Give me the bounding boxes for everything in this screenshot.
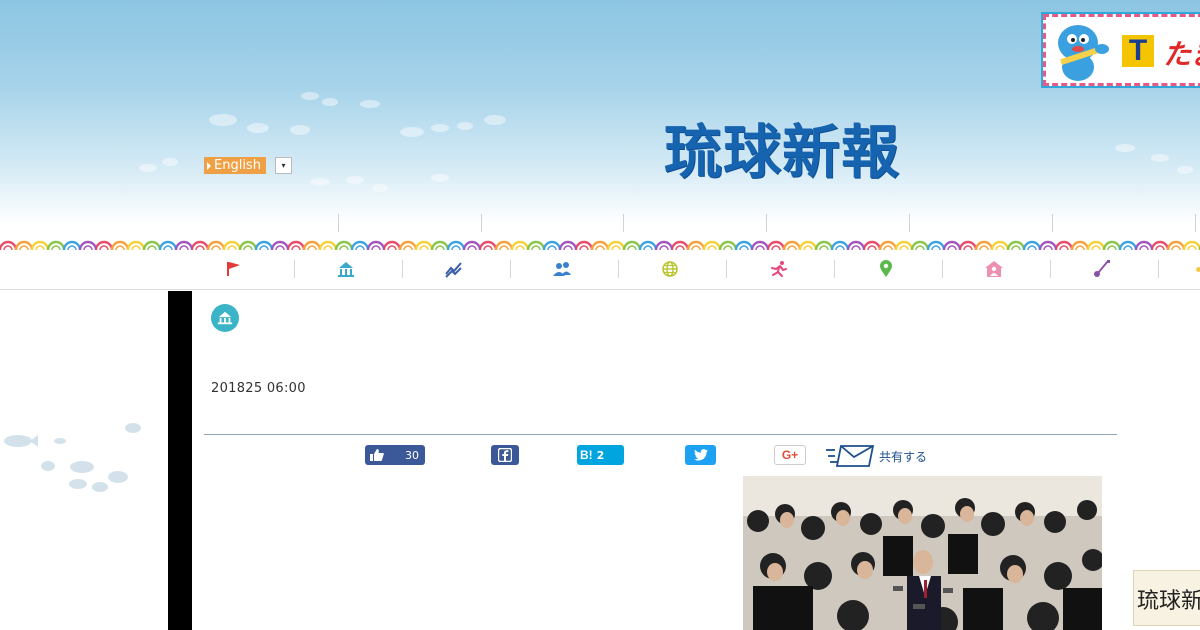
article-photo[interactable] <box>743 476 1102 630</box>
nav-item-world[interactable] <box>658 258 682 280</box>
mascot-icon <box>1058 25 1109 81</box>
page: English ▾ 琉球新報 T たま <box>0 0 1200 630</box>
mail-share-label: 共有する <box>879 449 928 464</box>
twitter-share-button[interactable] <box>685 445 716 465</box>
hatena-bookmark-button[interactable]: B! 2 <box>577 445 624 465</box>
house-person-icon <box>985 261 1003 277</box>
twitter-bird-icon <box>693 449 708 461</box>
nav-item-government[interactable] <box>334 258 358 280</box>
black-side-bar <box>168 291 192 630</box>
language-selector[interactable]: English ▾ <box>204 157 292 174</box>
mail-share-button[interactable]: 共有する <box>825 444 927 468</box>
nav-item-sports[interactable] <box>766 258 790 280</box>
facebook-icon <box>498 448 512 462</box>
article-date: 201825 06:00 <box>211 381 306 396</box>
hatena-icon: B! <box>580 448 593 462</box>
chart-line-icon <box>445 262 462 278</box>
chevron-down-icon[interactable]: ▾ <box>274 157 292 174</box>
banner-ad[interactable]: T たま <box>1041 12 1200 88</box>
people-icon <box>553 262 571 276</box>
play-triangle-icon <box>207 161 211 170</box>
mail-send-icon <box>826 445 875 467</box>
sanshin-icon <box>1094 260 1110 277</box>
wave-pattern-border <box>0 238 1200 250</box>
thumbs-up-icon <box>370 449 384 461</box>
nav-item-flag[interactable] <box>221 258 245 280</box>
nav-item-culture[interactable] <box>1090 258 1114 280</box>
nav-item-economy[interactable] <box>442 258 466 280</box>
like-count: 30 <box>405 448 419 462</box>
top-menu-dividers <box>0 214 1200 232</box>
government-building-icon <box>338 262 354 277</box>
facebook-share-button[interactable] <box>491 445 519 465</box>
fish-school-decoration <box>139 92 1193 192</box>
map-pin-icon <box>880 260 892 277</box>
nav-item-society[interactable] <box>550 258 574 280</box>
nav-item-local[interactable] <box>874 258 898 280</box>
runner-icon <box>771 261 787 277</box>
nav-item-life[interactable] <box>982 258 1006 280</box>
ad-text: たま <box>1163 38 1200 71</box>
government-building-icon <box>217 311 233 325</box>
site-logo[interactable]: 琉球新報 <box>664 120 900 184</box>
t-logo-icon: T <box>1122 34 1154 67</box>
google-plus-button[interactable]: G+ <box>774 445 806 465</box>
category-badge[interactable] <box>211 304 239 332</box>
corner-logo-badge[interactable]: 琉球新 <box>1133 570 1200 626</box>
flag-icon <box>227 262 240 276</box>
category-nav <box>0 250 1200 290</box>
divider <box>204 434 1117 435</box>
english-label: English <box>214 158 261 173</box>
fish-decoration-left <box>4 423 141 492</box>
english-button[interactable]: English <box>204 157 266 174</box>
facebook-like-button[interactable]: 30 <box>365 445 425 465</box>
site-header: English ▾ 琉球新報 T たま <box>0 0 1200 244</box>
nav-item-overflow <box>1196 267 1200 272</box>
globe-icon <box>662 261 678 277</box>
hatena-count: 2 <box>596 448 605 462</box>
